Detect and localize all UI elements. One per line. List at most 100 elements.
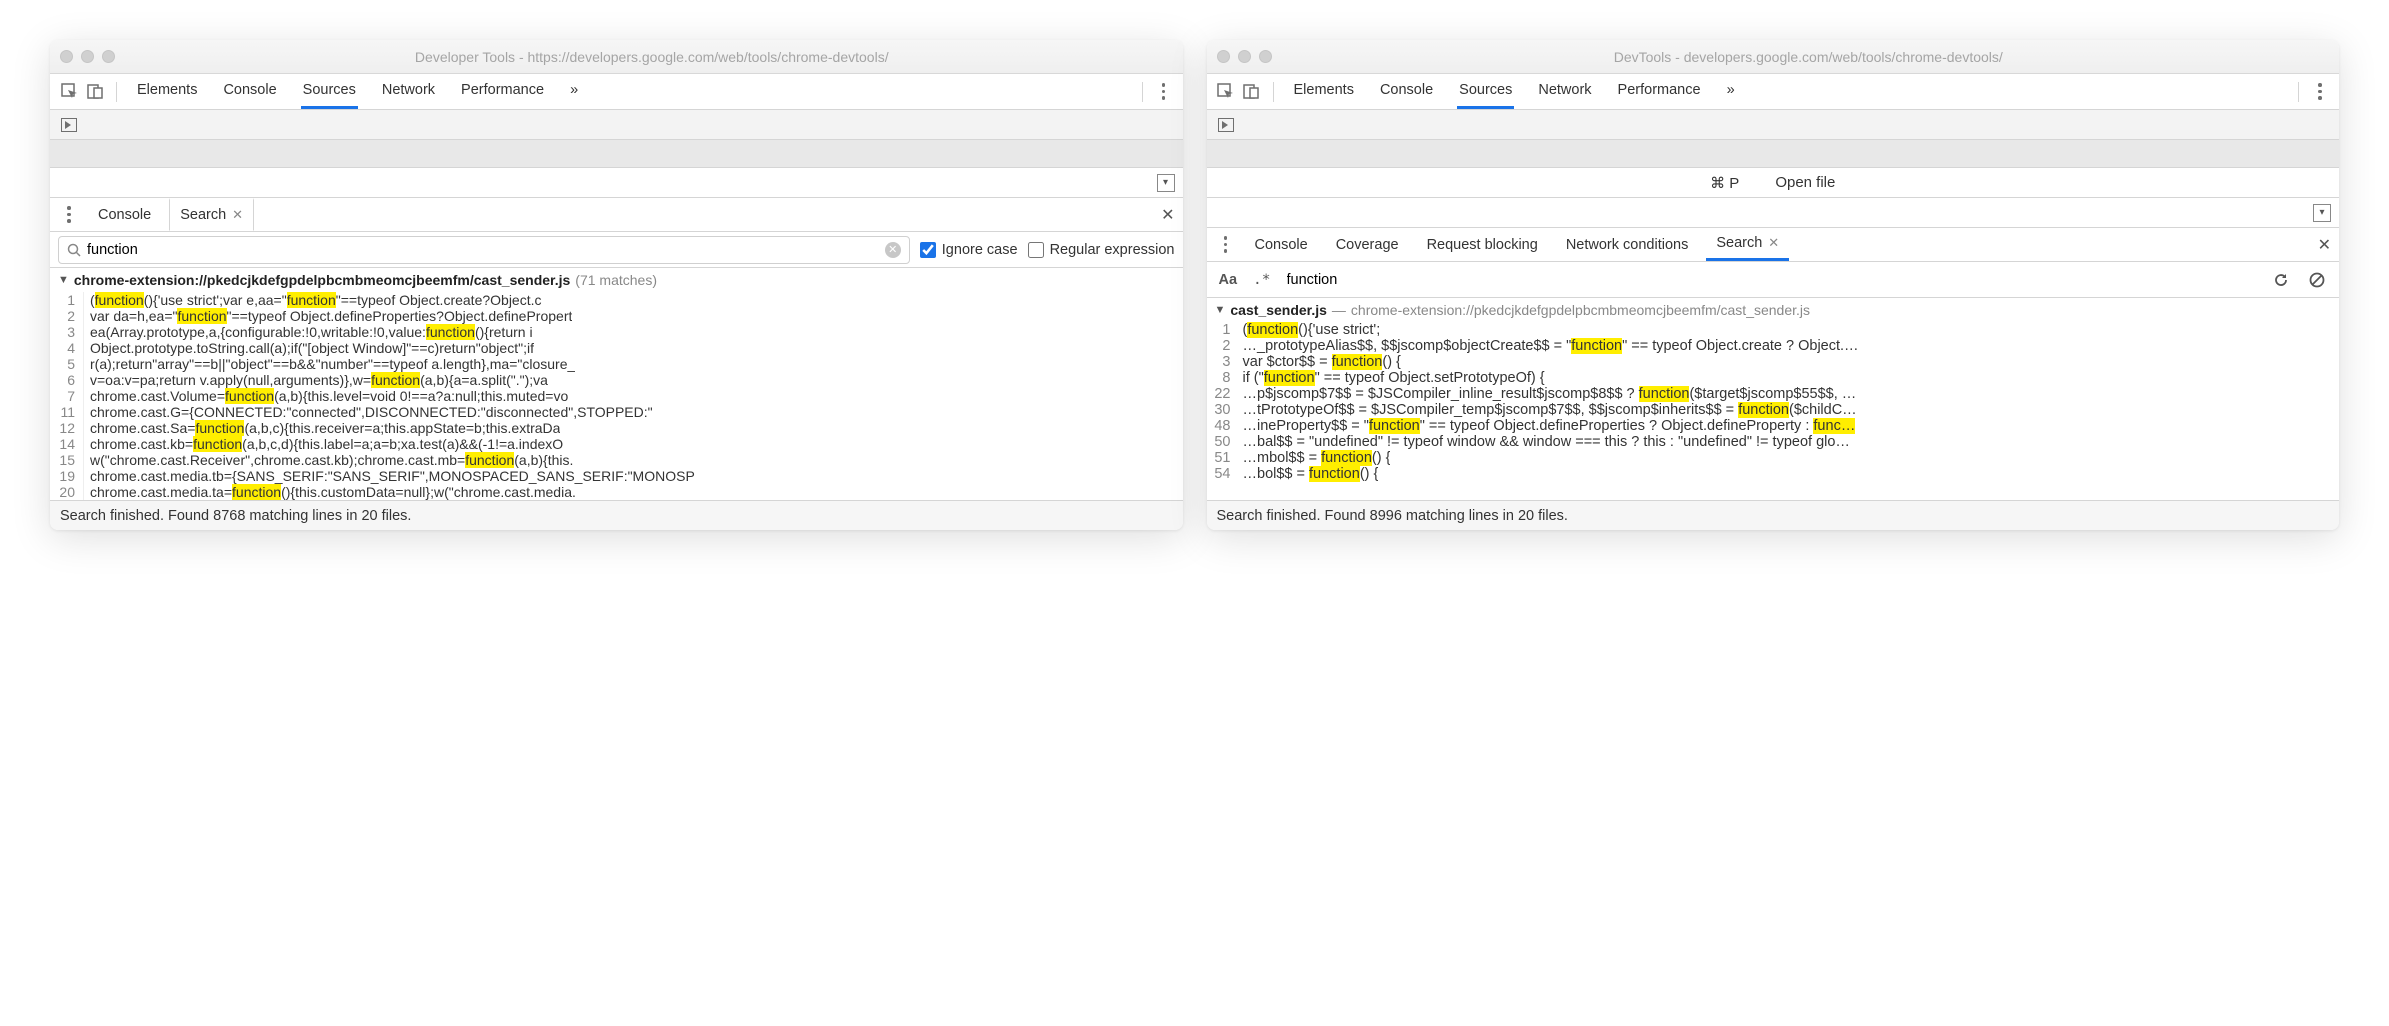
result-file-header[interactable]: ▼ cast_sender.js — chrome-extension://pk… (1207, 298, 2340, 322)
result-line[interactable]: 3var $ctor$$ = function() { (1207, 354, 2340, 370)
toggle-pane-icon[interactable] (2313, 204, 2331, 222)
drawer-tab-search[interactable]: Search ✕ (1706, 228, 1789, 261)
titlebar[interactable]: Developer Tools - https://developers.goo… (50, 40, 1183, 74)
drawer-kebab[interactable] (58, 204, 80, 226)
tab-sources[interactable]: Sources (301, 74, 358, 109)
main-tabs: Elements Console Sources Network Perform… (135, 74, 580, 109)
tab-network[interactable]: Network (1536, 74, 1593, 109)
toggle-pane-icon[interactable] (1157, 174, 1175, 192)
line-code: …bol$$ = function() { (1237, 466, 1379, 482)
result-line[interactable]: 6v=oa:v=pa;return v.apply(null,arguments… (50, 372, 1183, 388)
refresh-icon[interactable] (2271, 272, 2291, 288)
navigator-toggle-icon[interactable] (58, 114, 80, 136)
tab-performance[interactable]: Performance (459, 74, 546, 109)
drawer-kebab[interactable] (1215, 234, 1237, 256)
device-toggle-icon[interactable] (84, 81, 106, 103)
drawer-close-icon[interactable]: ✕ (1161, 205, 1174, 225)
line-number: 11 (50, 404, 84, 420)
line-number: 4 (50, 340, 84, 356)
result-line[interactable]: 14chrome.cast.kb=function(a,b,c,d){this.… (50, 436, 1183, 452)
panel-header (50, 168, 1183, 198)
result-line[interactable]: 11chrome.cast.G={CONNECTED:"connected",D… (50, 404, 1183, 420)
line-code: r(a);return"array"==b||"object"==b&&"num… (84, 356, 575, 372)
result-line[interactable]: 8if ("function" == typeof Object.setProt… (1207, 370, 2340, 386)
tab-sources[interactable]: Sources (1457, 74, 1514, 109)
close-icon[interactable]: ✕ (232, 207, 243, 223)
regex-icon[interactable]: .* (1253, 272, 1270, 288)
min-traffic[interactable] (81, 50, 94, 63)
tab-elements[interactable]: Elements (135, 74, 199, 109)
max-traffic[interactable] (1259, 50, 1272, 63)
result-line[interactable]: 30…tPrototypeOf$$ = $JSCompiler_temp$jsc… (1207, 402, 2340, 418)
result-line[interactable]: 48…ineProperty$$ = "function" == typeof … (1207, 418, 2340, 434)
result-line[interactable]: 15w("chrome.cast.Receiver",chrome.cast.k… (50, 452, 1183, 468)
regex-checkbox[interactable]: Regular expression (1028, 242, 1175, 258)
tabs-overflow[interactable]: » (1725, 74, 1737, 109)
result-line[interactable]: 4Object.prototype.toString.call(a);if("[… (50, 340, 1183, 356)
window-controls[interactable] (60, 50, 115, 63)
inspect-icon[interactable] (58, 81, 80, 103)
line-code: ea(Array.prototype,a,{configurable:!0,wr… (84, 324, 533, 340)
match-case-icon[interactable]: Aa (1219, 272, 1238, 288)
result-line[interactable]: 7chrome.cast.Volume=function(a,b){this.l… (50, 388, 1183, 404)
clear-input-icon[interactable]: ✕ (885, 242, 901, 258)
result-line[interactable]: 12chrome.cast.Sa=function(a,b,c){this.re… (50, 420, 1183, 436)
result-line[interactable]: 2…_prototypeAlias$$, $$jscomp$objectCrea… (1207, 338, 2340, 354)
drawer-tab-search[interactable]: Search ✕ (169, 198, 254, 231)
line-code: …mbol$$ = function() { (1237, 450, 1391, 466)
quick-open-label: Open file (1775, 174, 1835, 191)
disclosure-triangle-icon[interactable]: ▼ (58, 274, 69, 286)
tab-performance[interactable]: Performance (1616, 74, 1703, 109)
ignore-case-input[interactable] (920, 242, 936, 258)
clear-icon[interactable] (2307, 272, 2327, 288)
settings-kebab[interactable] (2309, 81, 2331, 103)
titlebar[interactable]: DevTools - developers.google.com/web/too… (1207, 40, 2340, 74)
tab-network[interactable]: Network (380, 74, 437, 109)
regex-input[interactable] (1028, 242, 1044, 258)
drawer-tab-request-blocking[interactable]: Request blocking (1417, 228, 1548, 261)
window-controls[interactable] (1217, 50, 1272, 63)
line-code: chrome.cast.media.tb={SANS_SERIF:"SANS_S… (84, 468, 695, 484)
tab-console[interactable]: Console (1378, 74, 1435, 109)
min-traffic[interactable] (1238, 50, 1251, 63)
search-input[interactable] (1287, 272, 2255, 288)
settings-kebab[interactable] (1153, 81, 1175, 103)
result-line[interactable]: 51…mbol$$ = function() { (1207, 450, 2340, 466)
result-line[interactable]: 19chrome.cast.media.tb={SANS_SERIF:"SANS… (50, 468, 1183, 484)
tab-elements[interactable]: Elements (1292, 74, 1356, 109)
result-file-header[interactable]: ▼ chrome-extension://pkedcjkdefgpdelpbcm… (50, 268, 1183, 292)
ignore-case-checkbox[interactable]: Ignore case (920, 242, 1018, 258)
result-line[interactable]: 3ea(Array.prototype,a,{configurable:!0,w… (50, 324, 1183, 340)
disclosure-triangle-icon[interactable]: ▼ (1215, 304, 1226, 316)
result-line[interactable]: 54…bol$$ = function() { (1207, 466, 2340, 482)
close-icon[interactable]: ✕ (1768, 235, 1779, 251)
editor-empty (50, 140, 1183, 168)
search-input[interactable] (87, 242, 879, 258)
search-box[interactable]: ✕ (58, 236, 910, 264)
navigator-toggle-icon[interactable] (1215, 114, 1237, 136)
tab-console[interactable]: Console (221, 74, 278, 109)
drawer-tab-coverage[interactable]: Coverage (1326, 228, 1409, 261)
max-traffic[interactable] (102, 50, 115, 63)
close-traffic[interactable] (1217, 50, 1230, 63)
result-line[interactable]: 2var da=h,ea="function"==typeof Object.d… (50, 308, 1183, 324)
drawer-close-icon[interactable]: ✕ (2318, 235, 2331, 255)
inspect-icon[interactable] (1215, 81, 1237, 103)
result-line[interactable]: 50…bal$$ = "undefined" != typeof window … (1207, 434, 2340, 450)
drawer-tab-network-conditions[interactable]: Network conditions (1556, 228, 1699, 261)
line-number: 15 (50, 452, 84, 468)
line-number: 14 (50, 436, 84, 452)
search-box[interactable] (1287, 272, 2255, 288)
line-code: chrome.cast.G={CONNECTED:"connected",DIS… (84, 404, 653, 420)
result-line[interactable]: 1(function(){'use strict';var e,aa="func… (50, 292, 1183, 308)
result-line[interactable]: 22…p$jscomp$7$$ = $JSCompiler_inline_res… (1207, 386, 2340, 402)
close-traffic[interactable] (60, 50, 73, 63)
drawer-tab-console[interactable]: Console (88, 198, 161, 231)
result-line[interactable]: 5r(a);return"array"==b||"object"==b&&"nu… (50, 356, 1183, 372)
drawer-tab-console[interactable]: Console (1245, 228, 1318, 261)
result-line[interactable]: 1(function(){'use strict'; (1207, 322, 2340, 338)
result-line[interactable]: 20chrome.cast.media.ta=function(){this.c… (50, 484, 1183, 500)
result-file-name: cast_sender.js (1230, 302, 1327, 318)
tabs-overflow[interactable]: » (568, 74, 580, 109)
device-toggle-icon[interactable] (1241, 81, 1263, 103)
